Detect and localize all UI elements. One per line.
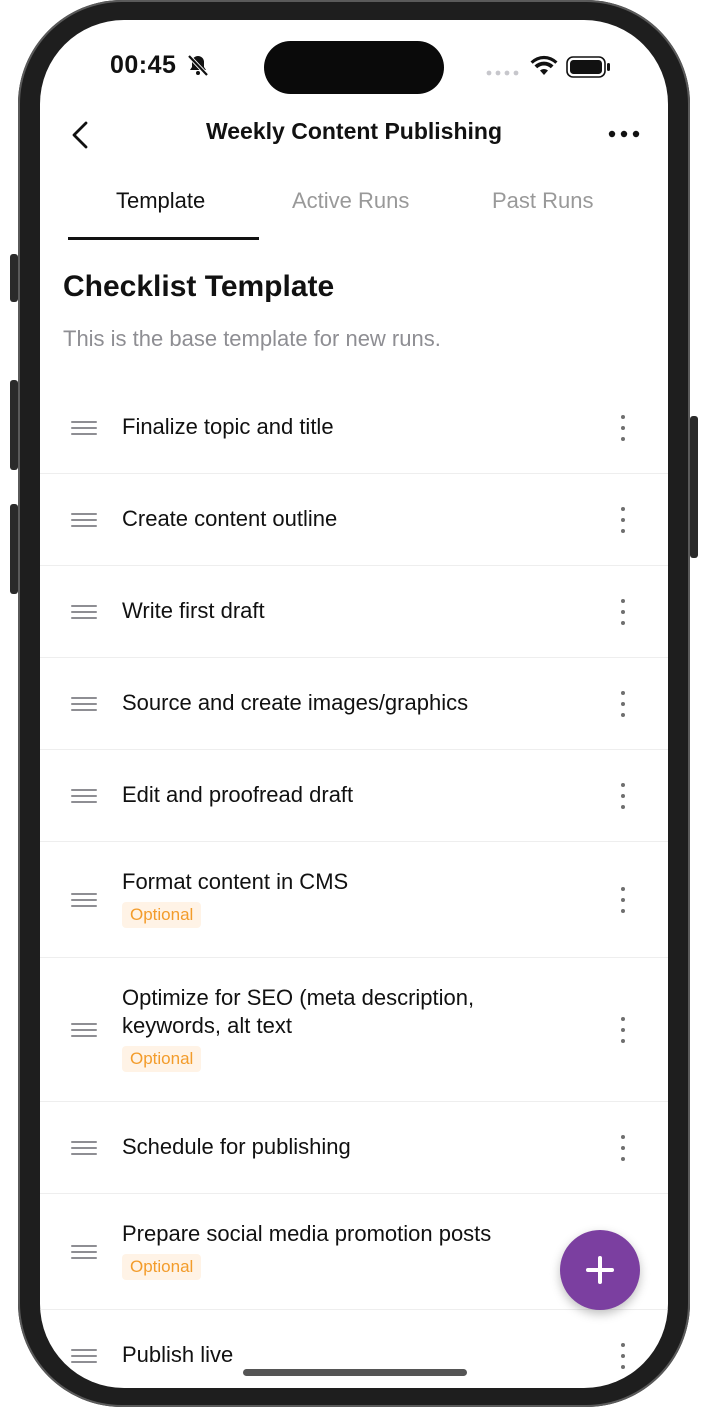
section-title: Checklist Template: [63, 270, 335, 303]
item-label: Source and create images/graphics: [122, 690, 469, 715]
app-screen: 00:45 Weekly Content Publishing Template…: [40, 20, 668, 1388]
drag-handle-icon[interactable]: [71, 1023, 97, 1037]
checklist-row[interactable]: Format content in CMS Optional: [40, 842, 668, 958]
drag-handle-icon[interactable]: [71, 605, 97, 619]
drag-handle-icon[interactable]: [71, 1349, 97, 1363]
tab-bar: Template Active Runs Past Runs: [40, 180, 668, 242]
section-subtitle: This is the base template for new runs.: [63, 326, 441, 351]
optional-badge: Optional: [122, 902, 202, 928]
vertical-ellipsis-icon[interactable]: [616, 781, 630, 811]
volume-up-button: [10, 380, 18, 470]
tab-active-runs[interactable]: Active Runs: [292, 188, 409, 214]
navigation-bar: Weekly Content Publishing: [40, 110, 668, 160]
status-time: 00:45: [110, 51, 177, 79]
dynamic-island: [264, 41, 444, 94]
vertical-ellipsis-icon[interactable]: [616, 1133, 630, 1163]
item-label: Write first draft: [122, 598, 265, 623]
tab-template[interactable]: Template: [116, 188, 205, 214]
drag-handle-icon[interactable]: [71, 1141, 97, 1155]
checklist-row[interactable]: Publish live: [40, 1310, 668, 1388]
home-indicator: [243, 1369, 467, 1376]
drag-handle-icon[interactable]: [71, 697, 97, 711]
ellipsis-icon[interactable]: [606, 120, 642, 148]
vertical-ellipsis-icon[interactable]: [616, 413, 630, 443]
cellular-signal-icon: [486, 70, 519, 76]
status-bar: 00:45: [40, 20, 668, 120]
checklist-row[interactable]: Create content outline: [40, 474, 668, 566]
checklist-row[interactable]: Finalize topic and title: [40, 382, 668, 474]
tab-past-runs[interactable]: Past Runs: [492, 188, 594, 214]
checklist-row[interactable]: Optimize for SEO (meta description, keyw…: [40, 958, 668, 1102]
bell-slash-icon: [187, 54, 209, 77]
active-tab-indicator: [68, 237, 259, 240]
item-label: Format content in CMS: [122, 869, 349, 894]
volume-down-button: [10, 504, 18, 594]
item-label: Create content outline: [122, 506, 338, 531]
item-label: Optimize for SEO (meta description, keyw…: [122, 985, 475, 1038]
checklist-row[interactable]: Schedule for publishing: [40, 1102, 668, 1194]
power-button: [690, 416, 698, 558]
drag-handle-icon[interactable]: [71, 421, 97, 435]
battery-icon: [566, 56, 610, 78]
checklist-row[interactable]: Source and create images/graphics: [40, 658, 668, 750]
drag-handle-icon[interactable]: [71, 893, 97, 907]
item-label: Schedule for publishing: [122, 1134, 351, 1159]
item-label: Publish live: [122, 1342, 234, 1367]
optional-badge: Optional: [122, 1046, 202, 1072]
add-item-button[interactable]: [560, 1230, 640, 1310]
vertical-ellipsis-icon[interactable]: [616, 885, 630, 915]
page-title: Weekly Content Publishing: [205, 118, 503, 144]
vertical-ellipsis-icon[interactable]: [616, 505, 630, 535]
drag-handle-icon[interactable]: [71, 513, 97, 527]
vertical-ellipsis-icon[interactable]: [616, 1015, 630, 1045]
checklist-row[interactable]: Edit and proofread draft: [40, 750, 668, 842]
optional-badge: Optional: [122, 1254, 202, 1280]
item-label: Finalize topic and title: [122, 414, 334, 439]
drag-handle-icon[interactable]: [71, 789, 97, 803]
item-label: Prepare social media promotion posts: [122, 1221, 492, 1246]
vertical-ellipsis-icon[interactable]: [616, 1341, 630, 1371]
mute-switch: [10, 254, 18, 302]
item-label: Edit and proofread draft: [122, 782, 354, 807]
wifi-icon: [530, 55, 558, 75]
vertical-ellipsis-icon[interactable]: [616, 689, 630, 719]
checklist-row[interactable]: Write first draft: [40, 566, 668, 658]
drag-handle-icon[interactable]: [71, 1245, 97, 1259]
vertical-ellipsis-icon[interactable]: [616, 597, 630, 627]
